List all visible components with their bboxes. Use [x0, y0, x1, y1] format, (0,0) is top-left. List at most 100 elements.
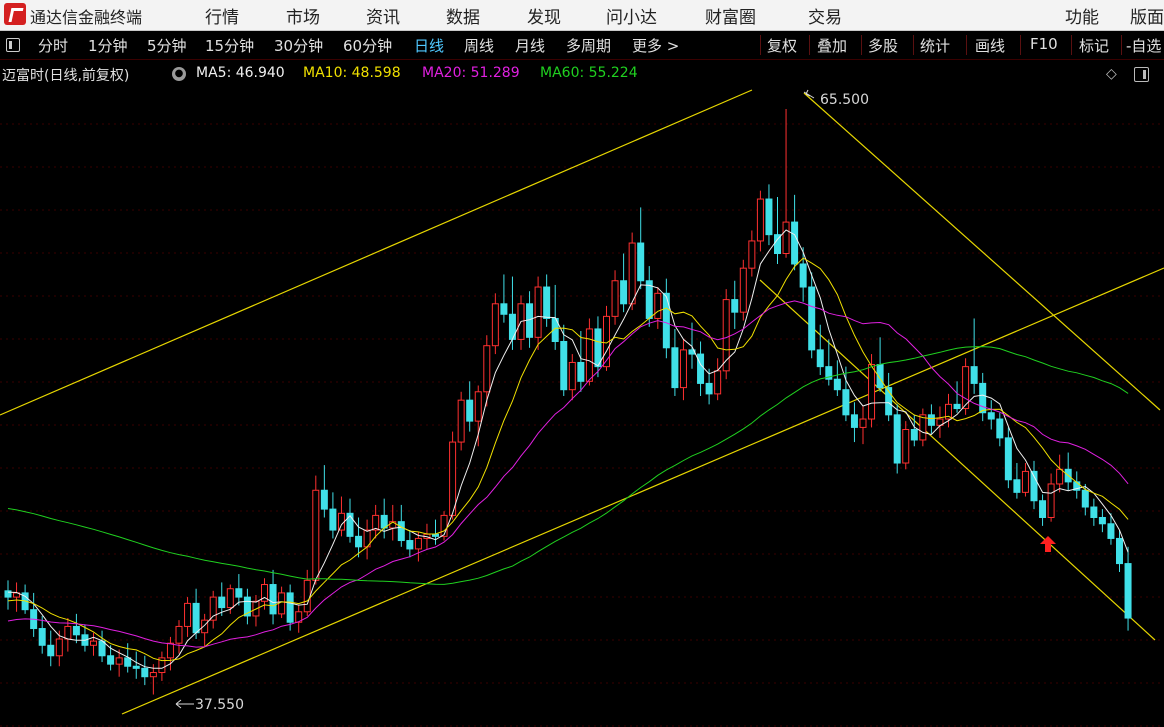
candle-down [320, 489, 328, 510]
candle-down [124, 657, 132, 667]
candle-up [568, 361, 576, 391]
candle-up [679, 349, 687, 389]
candle-down [799, 263, 807, 288]
candle-up [868, 364, 876, 420]
candle-down [953, 403, 961, 410]
candle-down [791, 221, 799, 265]
candle-down [697, 353, 705, 384]
candle-down [107, 655, 115, 665]
candle-up [115, 657, 123, 665]
trend-line[interactable] [803, 92, 1161, 411]
candle-up [902, 428, 910, 464]
candle-down [500, 303, 508, 315]
candle-up [414, 537, 422, 550]
candle-down [705, 382, 713, 395]
candle-up [226, 588, 234, 609]
candle-down [816, 349, 824, 368]
candle-down [808, 286, 816, 351]
candle-down [671, 347, 679, 389]
candle-up [55, 638, 63, 657]
candle-up [90, 640, 97, 646]
candle-down [893, 414, 901, 464]
candle-up [184, 602, 192, 627]
candle-up [64, 625, 72, 640]
candle-down [98, 640, 106, 657]
candle-down [269, 584, 277, 615]
trend-line[interactable] [759, 279, 1156, 641]
candle-down [620, 280, 628, 305]
candle-down [970, 366, 978, 384]
candle-up [748, 240, 756, 269]
candle-down [192, 602, 200, 634]
candle-down [72, 625, 80, 636]
candle-down [141, 667, 149, 678]
candle-down [927, 414, 935, 426]
candle-up [1047, 483, 1055, 518]
high-price-label: 65.500 [820, 92, 869, 108]
candle-down [594, 328, 602, 368]
candle-down [235, 588, 243, 598]
low-price-label: 37.550 [195, 697, 244, 713]
candle-down [662, 292, 670, 349]
candle-down [979, 382, 987, 414]
candle-down [406, 540, 414, 550]
candle-up [449, 441, 457, 516]
candle-up [372, 514, 380, 531]
candle-down [132, 665, 140, 669]
candle-up [1021, 470, 1029, 493]
candle-down [1013, 479, 1021, 493]
candle-down [1116, 537, 1123, 565]
candle-down [1107, 523, 1115, 539]
candle-up [303, 579, 311, 613]
candle-up [611, 280, 619, 317]
candle-up [534, 286, 542, 338]
candle-up [714, 370, 722, 395]
candle-down [1081, 489, 1089, 508]
candle-up [175, 625, 183, 644]
candle-up [474, 391, 482, 422]
candle-down [38, 628, 46, 646]
candle-up [1056, 468, 1064, 485]
candle-down [850, 414, 858, 428]
candle-up [166, 642, 174, 659]
candle-up [337, 512, 345, 531]
candle-down [397, 521, 405, 542]
candle-down [1098, 516, 1106, 525]
candle-down [637, 242, 645, 282]
candle-up [859, 418, 867, 428]
candle-down [731, 299, 739, 313]
candle-down [466, 399, 474, 422]
ma20-line [7, 300, 1129, 648]
candle-down [432, 533, 439, 537]
candle-down [577, 361, 585, 382]
candle-down [218, 596, 226, 609]
candle-up [457, 399, 465, 443]
candle-up [782, 221, 790, 255]
candle-up [491, 303, 499, 347]
kline-chart[interactable]: 65.500 37.550 [0, 0, 1164, 727]
candle-up [919, 414, 927, 441]
candle-up [756, 198, 764, 242]
candle-up [483, 345, 491, 393]
ma10-line [7, 257, 1129, 662]
candle-up [585, 328, 593, 382]
candle-down [1039, 500, 1047, 518]
candle-up [628, 242, 636, 305]
candle-down [987, 412, 995, 420]
candle-down [47, 644, 55, 657]
candle-up [440, 514, 448, 537]
candle-down [1090, 506, 1098, 518]
trend-line[interactable] [121, 267, 1164, 715]
candle-down [842, 389, 850, 416]
candle-down [355, 535, 363, 548]
low-marker-arrow [175, 699, 194, 709]
candle-up [149, 672, 157, 678]
candle-down [346, 512, 354, 537]
candle-down [329, 508, 337, 531]
candle-up [654, 292, 662, 319]
candle-up [739, 267, 747, 313]
candle-down [1004, 437, 1012, 481]
buy-signal-arrow-icon [1040, 536, 1056, 552]
candle-down [560, 341, 568, 391]
candle-down [543, 286, 551, 319]
